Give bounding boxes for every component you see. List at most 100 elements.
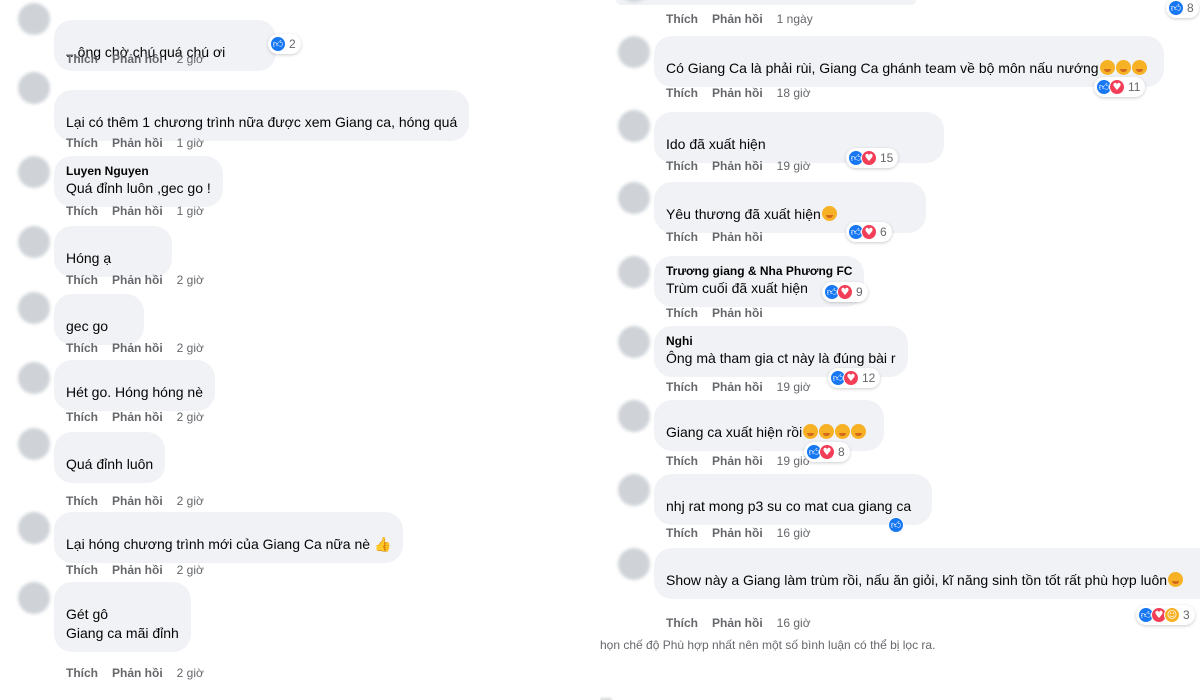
like-link[interactable]: Thích (66, 52, 98, 66)
commenter-name[interactable] (666, 190, 914, 205)
commenter-name[interactable] (666, 482, 920, 497)
avatar[interactable] (18, 3, 50, 35)
reply-link[interactable]: Phản hồi (112, 52, 163, 66)
comment-timestamp[interactable]: 2 giờ (177, 52, 204, 66)
avatar[interactable] (18, 362, 50, 394)
commenter-name[interactable] (66, 368, 203, 383)
avatar[interactable] (18, 582, 50, 614)
comment-timestamp[interactable]: 2 giờ (177, 341, 204, 355)
reply-link[interactable]: Phản hồi (112, 136, 163, 150)
reaction-summary[interactable]: 👍︎ ♥ 15 (846, 148, 899, 168)
reaction-count: 9 (856, 285, 863, 299)
avatar[interactable] (618, 400, 650, 432)
avatar[interactable] (18, 428, 50, 460)
reply-link[interactable]: Phản hồi (112, 341, 163, 355)
like-link[interactable]: Thích (666, 454, 698, 468)
reply-link[interactable]: Phản hồi (112, 494, 163, 508)
comment-timestamp[interactable]: 2 giờ (177, 494, 204, 508)
avatar[interactable] (618, 256, 650, 288)
commenter-name[interactable] (66, 28, 264, 43)
reply-link[interactable]: Phản hồi (112, 410, 163, 424)
like-link[interactable]: Thích (66, 494, 98, 508)
reply-link[interactable]: Phản hồi (112, 666, 163, 680)
like-link[interactable]: Thích (666, 12, 698, 26)
reaction-summary[interactable]: 👍︎ 2 (268, 34, 301, 54)
comment-timestamp[interactable]: 1 ngày (777, 12, 813, 26)
reply-link[interactable]: Phản hồi (112, 273, 163, 287)
reaction-summary[interactable]: 👍︎ ♥ 11 (1094, 77, 1146, 97)
comment-actions: Thích Phản hồi 1 giờ (66, 136, 204, 150)
comment-timestamp[interactable]: 2 giờ (177, 666, 204, 680)
avatar[interactable] (618, 110, 650, 142)
comment-timestamp[interactable]: 16 giờ (777, 616, 811, 630)
avatar[interactable] (618, 182, 650, 214)
reaction-summary[interactable]: 👍︎ 8 (1166, 0, 1199, 18)
commenter-name[interactable] (66, 440, 153, 455)
reaction-summary[interactable]: 👍︎ ♥ 8 (804, 442, 850, 462)
avatar[interactable] (618, 548, 650, 580)
reply-link[interactable]: Phản hồi (712, 12, 763, 26)
like-link[interactable]: Thích (666, 306, 698, 320)
like-link[interactable]: Thích (66, 410, 98, 424)
avatar[interactable] (618, 36, 650, 68)
comment-timestamp[interactable]: 2 giờ (177, 410, 204, 424)
like-link[interactable]: Thích (666, 526, 698, 540)
commenter-name[interactable] (66, 302, 132, 317)
reply-link[interactable]: Phản hồi (712, 86, 763, 100)
like-link[interactable]: Thích (66, 136, 98, 150)
like-link[interactable]: Thích (666, 86, 698, 100)
like-reaction-icon: 👍︎ (270, 36, 286, 52)
reply-link[interactable]: Phản hồi (112, 204, 163, 218)
avatar[interactable] (18, 72, 50, 104)
reply-link[interactable]: Phản hồi (112, 563, 163, 577)
comment-timestamp[interactable]: 2 giờ (177, 563, 204, 577)
reaction-summary[interactable]: 👍︎ ♥ 9 (822, 282, 868, 302)
avatar[interactable] (618, 326, 650, 358)
commenter-name[interactable] (66, 590, 179, 605)
reply-link[interactable]: Phản hồi (712, 616, 763, 630)
comment-bubble: Gét gô Giang ca mãi đỉnh (54, 582, 191, 652)
avatar[interactable] (618, 474, 650, 506)
reply-link[interactable]: Phản hồi (712, 306, 763, 320)
comment-timestamp[interactable]: 1 giờ (177, 136, 204, 150)
reaction-summary[interactable]: 👍︎ ♥ 6 (846, 222, 892, 242)
like-link[interactable]: Thích (666, 380, 698, 394)
comment-timestamp[interactable]: 19 giờ (777, 380, 811, 394)
reply-link[interactable]: Phản hồi (712, 380, 763, 394)
like-link[interactable]: Thích (66, 273, 98, 287)
reply-link[interactable]: Phản hồi (712, 526, 763, 540)
commenter-name[interactable] (66, 234, 160, 249)
reply-link[interactable]: Phản hồi (712, 454, 763, 468)
reaction-summary[interactable]: 👍︎ ♥ 12 (828, 368, 881, 388)
commenter-name[interactable] (666, 556, 1200, 571)
like-link[interactable]: Thích (666, 616, 698, 630)
commenter-name[interactable]: Nghi (666, 334, 896, 349)
reaction-summary[interactable]: 👍︎ ♥ ☺ 3 (1136, 605, 1195, 625)
comment-timestamp[interactable]: 2 giờ (177, 273, 204, 287)
avatar[interactable] (18, 512, 50, 544)
avatar[interactable] (18, 292, 50, 324)
comment-timestamp[interactable]: 16 giờ (777, 526, 811, 540)
like-link[interactable]: Thích (66, 341, 98, 355)
reply-link[interactable]: Phản hồi (712, 230, 763, 244)
commenter-name[interactable] (666, 120, 932, 135)
avatar[interactable] (18, 226, 50, 258)
reaction-summary[interactable]: 👍︎ (886, 515, 904, 535)
comment-timestamp[interactable]: 18 giờ (777, 86, 811, 100)
like-link[interactable]: Thích (66, 666, 98, 680)
reply-link[interactable]: Phản hồi (712, 159, 763, 173)
commenter-name[interactable] (666, 44, 1152, 59)
comment-timestamp[interactable]: 19 giờ (777, 159, 811, 173)
like-link[interactable]: Thích (666, 230, 698, 244)
like-link[interactable]: Thích (66, 204, 98, 218)
commenter-name[interactable] (666, 408, 872, 423)
commenter-name[interactable] (66, 98, 457, 113)
reaction-count: 6 (880, 225, 887, 239)
comment-timestamp[interactable]: 1 giờ (177, 204, 204, 218)
like-link[interactable]: Thích (66, 563, 98, 577)
like-link[interactable]: Thích (666, 159, 698, 173)
commenter-name[interactable]: Luyen Nguyen (66, 164, 211, 179)
commenter-name[interactable]: Trương giang & Nha Phương FC (666, 264, 852, 279)
commenter-name[interactable] (66, 520, 391, 535)
avatar[interactable] (18, 156, 50, 188)
